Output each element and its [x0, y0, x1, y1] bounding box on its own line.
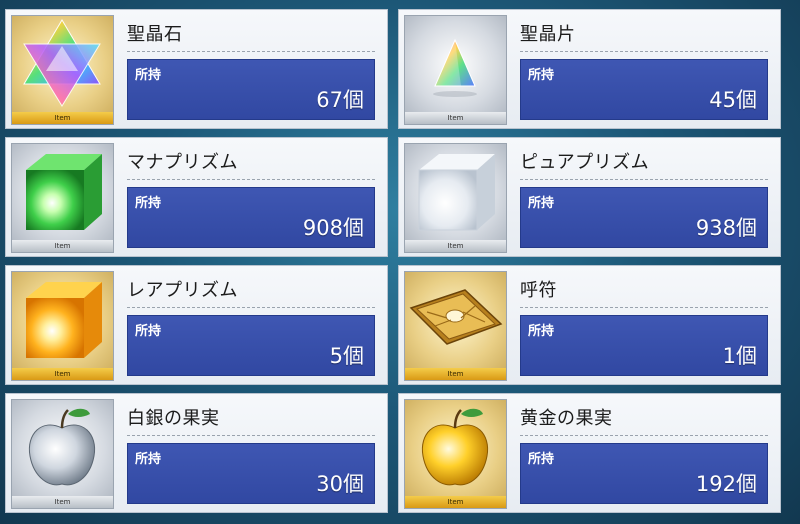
item-tag: Item [12, 496, 113, 508]
owned-label: 所持 [528, 196, 555, 211]
owned-count: 938個 [695, 216, 757, 240]
item-grid: Item 聖晶石 所持 67個 Item 聖晶片 所持 45個 Item マナプ… [5, 9, 781, 513]
item-thumbnail: Item [11, 143, 114, 253]
owned-label: 所持 [528, 68, 555, 83]
owned-panel: 所持 1個 [520, 315, 768, 376]
owned-count: 45個 [709, 88, 757, 112]
owned-label: 所持 [135, 196, 162, 211]
item-card-quartz-fragment[interactable]: Item 聖晶片 所持 45個 [398, 9, 781, 129]
owned-label: 所持 [135, 68, 162, 83]
divider [127, 435, 375, 436]
divider [520, 435, 768, 436]
owned-panel: 所持 908個 [127, 187, 375, 248]
item-tag: Item [12, 240, 113, 252]
owned-panel: 所持 30個 [127, 443, 375, 504]
item-tag: Item [405, 496, 506, 508]
item-tag: Item [405, 112, 506, 124]
item-name: 聖晶石 [127, 24, 183, 45]
pure-prism-icon [418, 154, 495, 231]
owned-count: 908個 [302, 216, 364, 240]
owned-panel: 所持 938個 [520, 187, 768, 248]
item-thumbnail: Item [404, 271, 507, 381]
owned-panel: 所持 45個 [520, 59, 768, 120]
divider [127, 307, 375, 308]
item-card-summon-ticket[interactable]: Item 呼符 所持 1個 [398, 265, 781, 385]
mana-prism-icon [26, 154, 102, 230]
owned-panel: 所持 67個 [127, 59, 375, 120]
owned-count: 67個 [316, 88, 364, 112]
item-thumbnail: Item [404, 399, 507, 509]
owned-label: 所持 [135, 324, 162, 339]
item-thumbnail: Item [11, 15, 114, 125]
owned-label: 所持 [528, 324, 555, 339]
divider [127, 51, 375, 52]
owned-count: 30個 [316, 472, 364, 496]
item-card-silver-apple[interactable]: Item 白銀の果実 所持 30個 [5, 393, 388, 513]
item-name: 呼符 [520, 280, 557, 301]
item-name: レアプリズム [127, 280, 238, 301]
item-name: 黄金の果実 [520, 408, 613, 429]
divider [520, 179, 768, 180]
owned-count: 1個 [722, 344, 757, 368]
item-card-gold-apple[interactable]: Item 黄金の果実 所持 192個 [398, 393, 781, 513]
item-tag: Item [12, 368, 113, 380]
owned-panel: 所持 192個 [520, 443, 768, 504]
item-card-saint-quartz[interactable]: Item 聖晶石 所持 67個 [5, 9, 388, 129]
item-name: 聖晶片 [520, 24, 576, 45]
item-name: ピュアプリズム [520, 152, 650, 173]
item-thumbnail: Item [404, 15, 507, 125]
item-tag: Item [405, 240, 506, 252]
item-tag: Item [12, 112, 113, 124]
summon-ticket-icon [409, 289, 503, 345]
divider [520, 307, 768, 308]
item-name: 白銀の果実 [127, 408, 220, 429]
owned-count: 192個 [695, 472, 757, 496]
item-card-mana-prism[interactable]: Item マナプリズム 所持 908個 [5, 137, 388, 257]
divider [520, 51, 768, 52]
divider [127, 179, 375, 180]
item-thumbnail: Item [404, 143, 507, 253]
owned-label: 所持 [135, 452, 162, 467]
owned-panel: 所持 5個 [127, 315, 375, 376]
gold-apple-icon [421, 408, 489, 486]
item-card-rare-prism[interactable]: Item レアプリズム 所持 5個 [5, 265, 388, 385]
item-tag: Item [405, 368, 506, 380]
item-card-pure-prism[interactable]: Item ピュアプリズム 所持 938個 [398, 137, 781, 257]
saint-quartz-icon [23, 19, 101, 107]
item-thumbnail: Item [11, 399, 114, 509]
owned-count: 5個 [329, 344, 364, 368]
owned-label: 所持 [528, 452, 555, 467]
silver-apple-icon [28, 408, 96, 486]
rare-prism-icon [26, 282, 102, 358]
item-name: マナプリズム [127, 152, 238, 173]
quartz-fragment-icon [433, 38, 477, 97]
item-thumbnail: Item [11, 271, 114, 381]
